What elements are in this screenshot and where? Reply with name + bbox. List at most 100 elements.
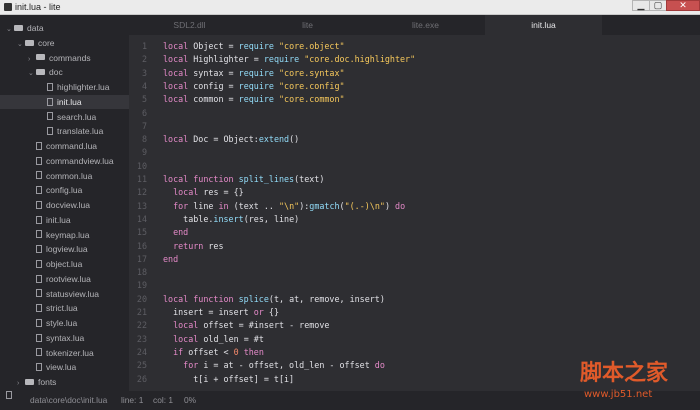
watermark-text: 脚本之家 xyxy=(580,360,669,386)
code-token: Highlighter = xyxy=(193,54,264,65)
code-token: "core.common" xyxy=(279,94,345,105)
code-token: i = at - offset, old_len - offset xyxy=(203,360,375,371)
code-token: end xyxy=(163,253,179,264)
watermark-logo: 脚本之家 www.jb51.net xyxy=(580,360,669,400)
close-button[interactable]: ✕ xyxy=(666,0,700,11)
code-token: do xyxy=(395,200,406,211)
tree-file[interactable]: object.lua xyxy=(0,257,129,271)
chevron-right-icon[interactable]: › xyxy=(17,377,25,391)
tree-file[interactable]: view.lua xyxy=(0,360,129,374)
tree-file[interactable]: highlighter.lua xyxy=(0,80,129,94)
tree-folder[interactable]: ⌄ doc xyxy=(0,65,129,79)
code-token: t[i + offset] = t[i] xyxy=(163,373,295,384)
line-number: 11 xyxy=(136,174,147,184)
tree-file[interactable]: tokenizer.lua xyxy=(0,346,129,360)
code-token: Object = xyxy=(193,41,239,51)
tree-item-label: init.lua xyxy=(57,96,82,107)
tree-item-label: commandview.lua xyxy=(46,155,114,166)
tree-item-label: logview.lua xyxy=(46,244,88,255)
tree-file[interactable]: common.lua xyxy=(0,169,129,183)
tree-file[interactable]: keymap.lua xyxy=(0,228,129,242)
tree-item-label: data xyxy=(27,23,44,33)
code-editor[interactable]: 1 local Object = require "core.object" 2 lo… xyxy=(129,35,700,391)
code-token: syntax = xyxy=(193,67,239,78)
code-line: 23 local old_len = #t xyxy=(129,333,264,346)
tree-file[interactable]: syntax.lua xyxy=(0,331,129,345)
line-number: 24 xyxy=(136,346,147,357)
tab-init-lua[interactable]: init.lua xyxy=(485,15,602,35)
code-line: 8 local Doc = Object:extend() xyxy=(129,133,299,146)
code-token: if xyxy=(173,346,189,357)
file-icon xyxy=(36,348,42,357)
line-number: 5 xyxy=(141,94,147,105)
tree-item-label: translate.lua xyxy=(57,126,104,137)
tree-folder[interactable]: ⌄ core xyxy=(0,36,129,50)
code-token: extend xyxy=(258,134,290,145)
tree-file[interactable]: command.lua xyxy=(0,139,129,153)
line-number: 14 xyxy=(136,213,147,224)
window-title: init.lua - lite xyxy=(15,2,61,12)
code-token: () xyxy=(289,134,300,145)
file-icon xyxy=(6,391,12,399)
tab-lite-exe[interactable]: lite.exe xyxy=(367,15,484,35)
tree-item-label: syntax.lua xyxy=(46,332,85,343)
tree-file[interactable]: translate.lua xyxy=(0,124,129,138)
tree-item-label: command.lua xyxy=(46,141,98,151)
code-line: 3 local syntax = require "core.syntax" xyxy=(129,67,345,80)
tree-item-label: object.lua xyxy=(46,259,83,269)
code-token: res xyxy=(208,240,224,251)
tree-file[interactable]: style.lua xyxy=(0,316,129,330)
tree-file[interactable]: strict.lua xyxy=(0,301,129,315)
tree-folder[interactable]: › commands xyxy=(0,51,129,65)
line-number: 18 xyxy=(136,267,147,278)
file-icon xyxy=(36,141,42,150)
line-number: 23 xyxy=(136,333,147,344)
tree-file[interactable]: rootview.lua xyxy=(0,272,129,286)
maximize-button[interactable]: ▢ xyxy=(649,0,667,11)
tree-file[interactable]: logview.lua xyxy=(0,242,129,256)
code-token: "core.syntax" xyxy=(279,67,345,78)
file-icon xyxy=(47,97,53,106)
file-icon xyxy=(36,318,42,327)
tree-file[interactable]: commandview.lua xyxy=(0,154,129,168)
tree-file[interactable]: statusview.lua xyxy=(0,287,129,301)
code-token: (t, at, remove, insert) xyxy=(268,293,385,304)
line-number: 21 xyxy=(136,307,147,317)
line-number: 15 xyxy=(136,227,147,238)
code-token: require xyxy=(238,67,279,78)
tree-folder[interactable]: ⌄ data xyxy=(0,21,129,35)
tree-item-label: statusview.lua xyxy=(46,288,99,299)
tab-sdl2-dll[interactable]: SDL2.dll xyxy=(131,15,248,35)
code-line: 20 local function splice(t, at, remove, i… xyxy=(129,293,385,306)
watermark-url: www.jb51.net xyxy=(584,389,652,400)
tree-folder[interactable]: › fonts xyxy=(0,375,129,389)
tree-file[interactable]: config.lua xyxy=(0,183,129,197)
folder-icon xyxy=(36,69,45,75)
code-token: insert xyxy=(213,213,244,224)
code-token: then xyxy=(238,346,264,357)
tree-file[interactable]: search.lua xyxy=(0,110,129,124)
code-token: require xyxy=(238,41,279,51)
code-token: (text) xyxy=(294,174,325,184)
code-line: 21 insert = insert or {} xyxy=(129,306,279,319)
code-line: 9 xyxy=(129,146,163,159)
code-token: ): xyxy=(299,200,310,211)
tree-file[interactable]: init.lua xyxy=(0,213,129,227)
line-number: 26 xyxy=(136,373,147,384)
tree-file[interactable]: init.lua xyxy=(0,94,129,109)
line-number: 6 xyxy=(141,107,147,118)
code-token: end xyxy=(173,227,189,238)
line-number: 13 xyxy=(136,200,147,211)
tab-lite[interactable]: lite xyxy=(249,15,366,35)
minimize-button[interactable]: ▁ xyxy=(632,0,650,11)
code-token: local xyxy=(173,333,204,344)
tree-item-label: rootview.lua xyxy=(46,273,91,284)
code-token: "(.-)\n" xyxy=(344,200,385,211)
line-number: 4 xyxy=(141,80,147,91)
code-token: require xyxy=(238,80,279,91)
code-token: in xyxy=(218,200,234,211)
tree-file[interactable]: docview.lua xyxy=(0,198,129,212)
